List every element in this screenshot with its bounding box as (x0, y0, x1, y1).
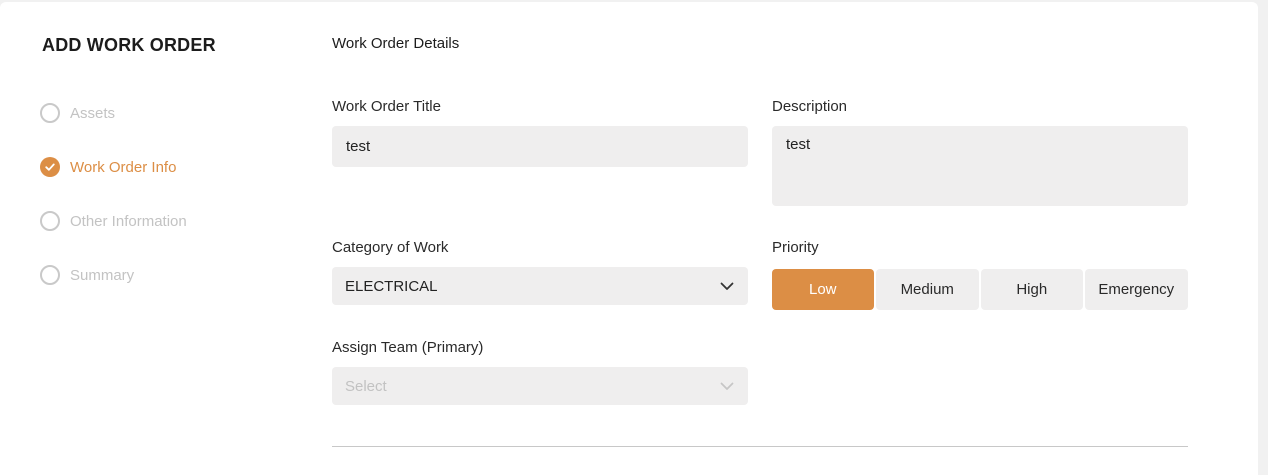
assign-team-label: Assign Team (Primary) (332, 339, 484, 356)
step-summary[interactable]: Summary (40, 264, 260, 286)
description-textarea[interactable]: test (772, 126, 1188, 206)
assign-team-select[interactable]: Select (332, 367, 748, 405)
empty-circle-icon (40, 265, 60, 285)
check-icon (45, 163, 55, 171)
work-order-title-value: test (346, 138, 371, 155)
category-select[interactable]: ELECTRICAL (332, 267, 748, 305)
empty-circle-icon (40, 211, 60, 231)
work-order-title-label: Work Order Title (332, 98, 441, 115)
description-value: test (786, 136, 811, 153)
priority-label: Priority (772, 239, 819, 256)
chevron-down-icon (720, 379, 734, 393)
category-label: Category of Work (332, 239, 449, 256)
priority-selector: Low Medium High Emergency (772, 269, 1188, 310)
add-work-order-card: ADD WORK ORDER Assets Work Order Info Ot… (0, 2, 1258, 475)
step-label: Other Information (70, 212, 187, 230)
step-work-order-info[interactable]: Work Order Info (40, 156, 260, 178)
empty-circle-icon (40, 103, 60, 123)
step-label: Work Order Info (70, 158, 177, 176)
priority-emergency-button[interactable]: Emergency (1084, 269, 1188, 310)
section-title: Work Order Details (332, 35, 460, 52)
assign-team-placeholder: Select (345, 377, 387, 395)
category-value: ELECTRICAL (345, 277, 438, 295)
check-circle-icon (40, 157, 60, 177)
priority-low-button[interactable]: Low (772, 269, 874, 310)
description-label: Description (772, 98, 848, 115)
priority-medium-button[interactable]: Medium (875, 269, 979, 310)
work-order-title-input[interactable]: test (332, 126, 748, 167)
page-title: ADD WORK ORDER (42, 35, 216, 55)
section-divider (332, 446, 1188, 447)
step-label: Summary (70, 266, 135, 284)
step-other-information[interactable]: Other Information (40, 210, 260, 232)
priority-high-button[interactable]: High (981, 269, 1083, 310)
step-label: Assets (70, 104, 116, 122)
chevron-down-icon (720, 279, 734, 293)
step-assets[interactable]: Assets (40, 102, 260, 124)
